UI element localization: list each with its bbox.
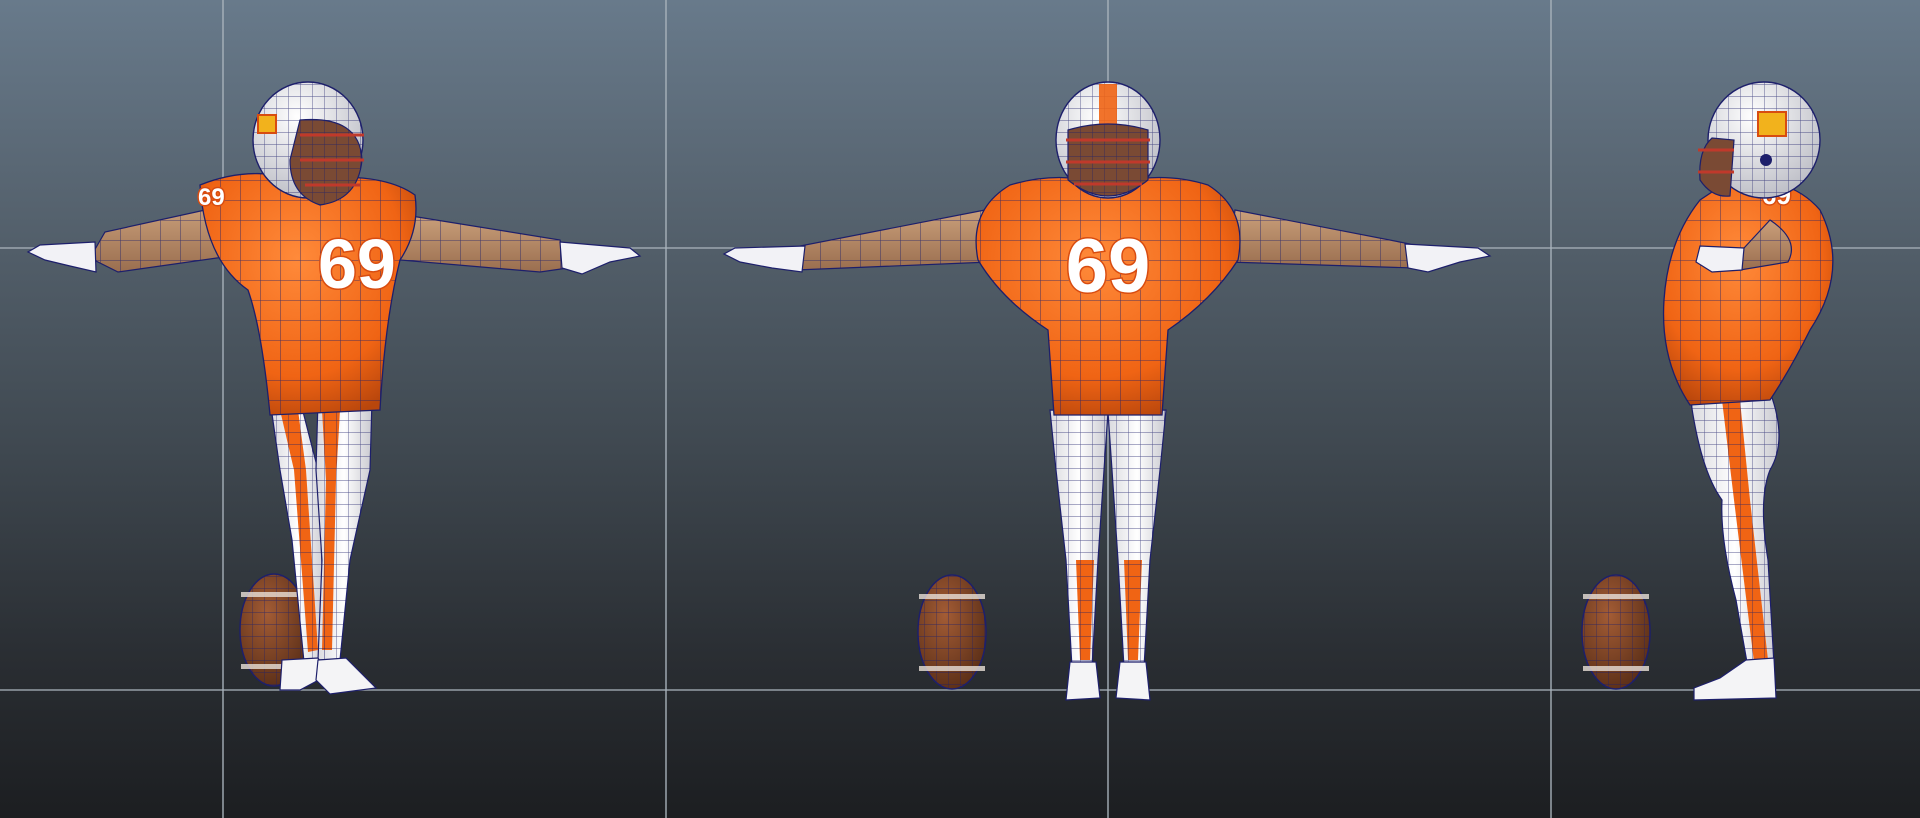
helmet-model[interactable] bbox=[1055, 81, 1161, 199]
jersey-number-front: 69 bbox=[318, 225, 396, 303]
modeling-viewport[interactable]: 69 69 69 bbox=[0, 0, 1920, 818]
side-view[interactable]: 69 bbox=[1581, 81, 1834, 701]
helmet-model[interactable] bbox=[1698, 81, 1821, 199]
viewport-canvas[interactable]: 69 69 69 bbox=[0, 0, 1920, 818]
front-view[interactable]: 69 bbox=[722, 81, 1492, 701]
football-model[interactable] bbox=[917, 574, 987, 690]
jersey-number-front: 69 bbox=[1066, 224, 1151, 309]
football-model[interactable] bbox=[1581, 574, 1651, 690]
jersey-number-sleeve: 69 bbox=[198, 184, 225, 211]
three-quarter-view[interactable]: 69 69 bbox=[26, 81, 642, 695]
